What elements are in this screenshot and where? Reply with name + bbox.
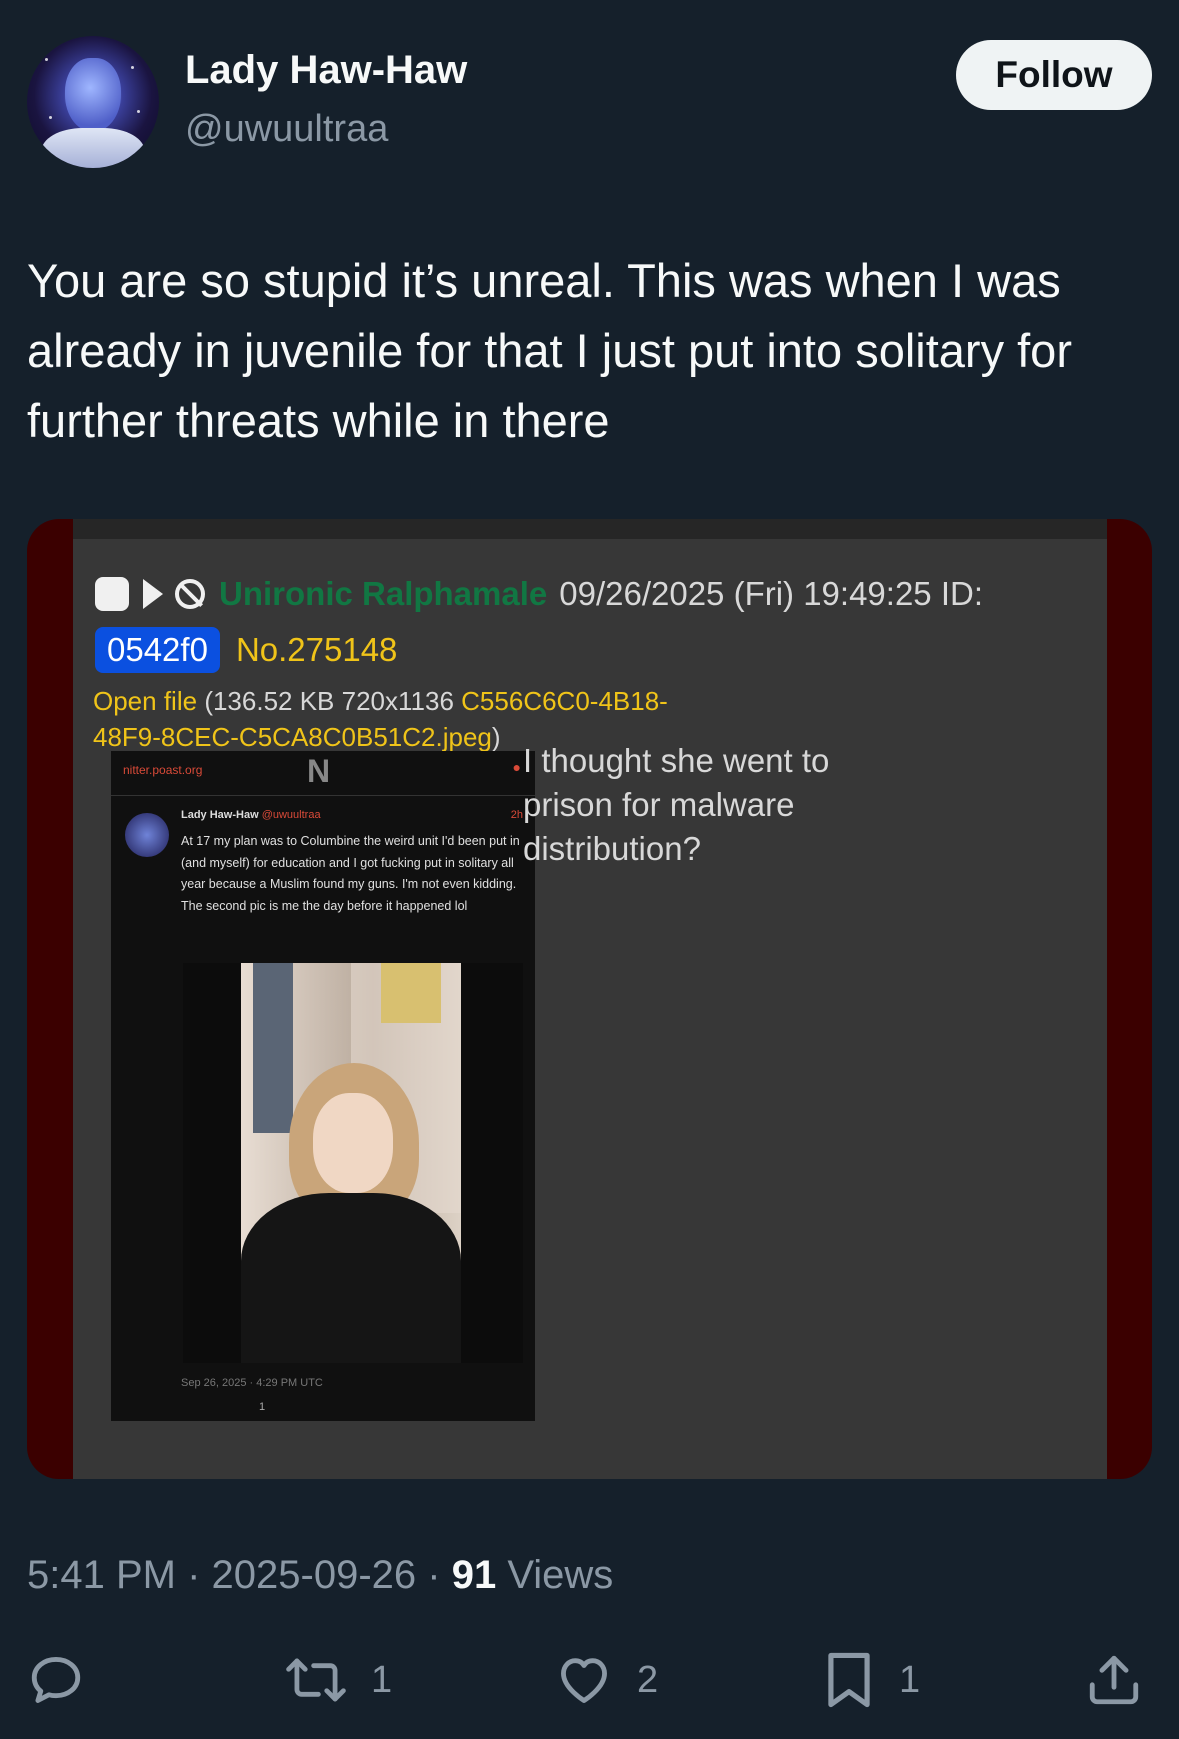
avatar-star	[49, 116, 52, 119]
retweet-icon	[286, 1658, 346, 1702]
file-name-part2[interactable]: 48F9-8CEC-C5CA8C0B51C2.jpeg	[93, 722, 492, 752]
retweet-button[interactable]: 1	[285, 1640, 392, 1720]
tweet-timestamp: 5:41 PM · 2025-09-26 · 91 Views	[27, 1553, 613, 1598]
separator: ·	[427, 1553, 452, 1597]
triangle-right-icon[interactable]	[143, 579, 163, 609]
reply-icon	[31, 1657, 81, 1703]
tweet-text: You are so stupid it’s unreal. This was …	[27, 254, 1072, 447]
post-border	[73, 519, 1107, 539]
share-icon	[1089, 1655, 1139, 1705]
screenshot-age: 2h	[510, 809, 523, 821]
screenshot-display-name: Lady Haw-Haw	[181, 809, 259, 821]
like-count: 2	[637, 1658, 659, 1701]
photo-coat	[253, 963, 293, 1133]
tweet-time[interactable]: 5:41 PM	[27, 1553, 176, 1597]
post-number: No.275148	[235, 631, 398, 668]
post-meta: Unironic Ralphamale 09/26/2025 (Fri) 19:…	[95, 575, 983, 613]
post-image-thumbnail[interactable]: nitter.poast.org N ● Lady Haw-Haw @uwuul…	[111, 751, 535, 1421]
file-name-part1[interactable]: C556C6C0-4B18-	[461, 686, 668, 716]
bookmark-button[interactable]: 1	[823, 1640, 920, 1720]
heart-icon	[561, 1658, 607, 1703]
file-meta-close: )	[491, 722, 501, 752]
bookmark-icon	[828, 1652, 870, 1708]
photo-yellow-garment	[381, 963, 441, 1023]
avatar[interactable]	[27, 36, 159, 168]
nitter-site-label: nitter.poast.org	[123, 763, 203, 777]
screenshot-name: Lady Haw-Haw @uwuultraa	[181, 809, 321, 821]
checkbox-icon[interactable]	[95, 577, 129, 611]
nitter-logo: N	[307, 753, 331, 789]
user-handle[interactable]: @uwuultraa	[185, 108, 388, 151]
tweet-media[interactable]: Unironic Ralphamale 09/26/2025 (Fri) 19:…	[27, 519, 1152, 1479]
post-comment: I thought she went to prison for malware…	[523, 742, 830, 867]
reply-button[interactable]	[27, 1640, 109, 1720]
screenshot-text: At 17 my plan was to Columbine the weird…	[181, 834, 520, 913]
screenshot-count: 1	[259, 1401, 266, 1413]
share-button[interactable]	[1085, 1640, 1143, 1720]
screenshot-photo	[183, 963, 523, 1363]
views-count: 91	[451, 1553, 497, 1597]
photo-body	[241, 1193, 461, 1363]
screenshot-handle: @uwuultraa	[261, 809, 321, 821]
like-button[interactable]: 2	[555, 1640, 658, 1720]
poster-name: Unironic Ralphamale	[219, 575, 548, 612]
poster-id-badge: 0542f0	[95, 627, 220, 673]
tweet-header: Lady Haw-Haw @uwuultraa Follow	[27, 36, 1152, 176]
rss-icon: ●	[512, 759, 521, 775]
bookmark-count: 1	[899, 1658, 921, 1701]
file-meta: (136.52 KB 720x1136	[204, 686, 454, 716]
post-datetime: 09/26/2025 (Fri) 19:49:25 ID:	[559, 575, 983, 612]
photo-face	[313, 1093, 393, 1193]
photo-content	[241, 963, 461, 1363]
follow-button[interactable]: Follow	[956, 40, 1152, 110]
avatar-star	[45, 58, 48, 61]
screenshot-date: Sep 26, 2025 · 4:29 PM UTC	[181, 1377, 323, 1389]
avatar-face	[65, 58, 121, 132]
open-file-link[interactable]: Open file	[93, 686, 197, 716]
avatar-suit	[41, 128, 145, 168]
views-label: Views	[507, 1553, 614, 1597]
action-bar: 1 2 1	[27, 1640, 1152, 1720]
separator: ·	[187, 1553, 212, 1597]
tweet-date[interactable]: 2025-09-26	[212, 1553, 417, 1597]
avatar-star	[131, 66, 134, 69]
post-id-line: 0542f0 No.275148	[95, 627, 397, 673]
display-name[interactable]: Lady Haw-Haw	[185, 48, 467, 93]
retweet-count: 1	[371, 1658, 393, 1701]
avatar	[125, 813, 169, 857]
prohibited-icon[interactable]	[175, 579, 205, 609]
divider	[111, 795, 535, 796]
imageboard-post: Unironic Ralphamale 09/26/2025 (Fri) 19:…	[73, 539, 1107, 1479]
avatar-star	[137, 110, 140, 113]
